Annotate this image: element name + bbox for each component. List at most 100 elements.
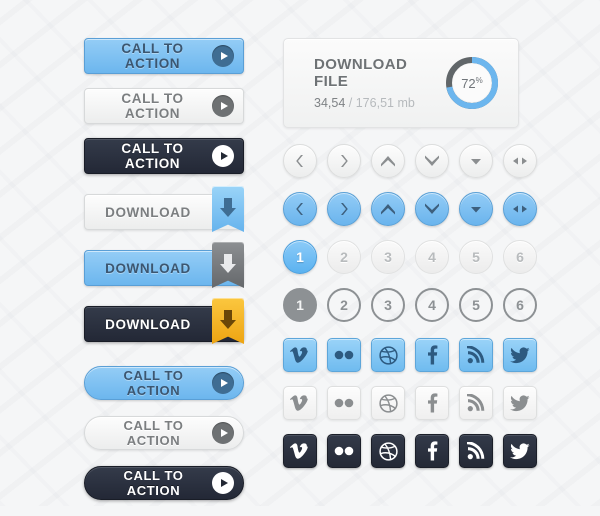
- social-flickr-dark[interactable]: [327, 434, 361, 468]
- download-file-panel: DOWNLOAD FILE 34,54 / 176,51 mb 72%: [283, 38, 519, 128]
- social-facebook-gray[interactable]: [415, 386, 449, 420]
- progress-value: 72: [461, 75, 476, 91]
- dribbble-icon: [378, 441, 398, 461]
- nav-next-button-blue[interactable]: [327, 192, 361, 226]
- arrows-left-right-icon: [513, 157, 527, 165]
- page-outline-button-3[interactable]: 3: [371, 288, 405, 322]
- play-icon: [212, 95, 234, 117]
- social-twitter-gray[interactable]: [503, 386, 537, 420]
- page-button-2[interactable]: 2: [327, 240, 361, 274]
- page-outline-button-6[interactable]: 6: [503, 288, 537, 322]
- cta-pill-dark-label: CALL TO ACTION: [123, 468, 184, 498]
- page-button-5[interactable]: 5: [459, 240, 493, 274]
- chevron-down-icon: [425, 203, 439, 214]
- page-button-3[interactable]: 3: [371, 240, 405, 274]
- downloaded-size: 34,54: [314, 96, 346, 110]
- chevron-up-icon: [381, 204, 395, 215]
- cta-pill-light-label: CALL TO ACTION: [123, 418, 184, 448]
- page-outline-button-5[interactable]: 5: [459, 288, 493, 322]
- chevron-right-icon: [341, 155, 348, 167]
- download-light-wrap: DOWNLOAD: [84, 186, 254, 232]
- social-dribbble-gray[interactable]: [371, 386, 405, 420]
- social-facebook-blue[interactable]: [415, 338, 449, 372]
- nav-circles-blue-row: [283, 192, 537, 226]
- caret-down-icon: [471, 159, 481, 165]
- rss-icon: [467, 394, 485, 412]
- vimeo-icon: [290, 443, 308, 459]
- social-rss-gray[interactable]: [459, 386, 493, 420]
- download-dark-wrap: DOWNLOAD: [84, 298, 254, 344]
- social-flickr-gray[interactable]: [327, 386, 361, 420]
- nav-expand-button-gray[interactable]: [503, 144, 537, 178]
- download-file-size: 34,54 / 176,51 mb: [314, 96, 444, 110]
- nav-prev-button-gray[interactable]: [283, 144, 317, 178]
- chevron-down-icon: [425, 155, 439, 166]
- dribbble-icon: [378, 393, 398, 413]
- chevron-right-icon: [341, 203, 348, 215]
- left-button-column: CALL TO ACTION CALL TO ACTION CALL TO AC…: [84, 38, 254, 516]
- progress-ring: 72%: [444, 55, 500, 111]
- play-icon: [212, 45, 234, 67]
- page-button-4[interactable]: 4: [415, 240, 449, 274]
- social-rss-dark[interactable]: [459, 434, 493, 468]
- social-dribbble-dark[interactable]: [371, 434, 405, 468]
- facebook-icon: [428, 345, 438, 365]
- size-separator: /: [348, 96, 353, 110]
- nav-caret-button-blue[interactable]: [459, 192, 493, 226]
- download-arrow-icon[interactable]: [212, 186, 244, 232]
- social-dark-row: [283, 434, 537, 468]
- flickr-icon: [334, 398, 354, 408]
- play-icon: [212, 472, 234, 494]
- play-icon: [212, 145, 234, 167]
- nav-prev-button-blue[interactable]: [283, 192, 317, 226]
- chevron-left-icon: [296, 155, 303, 167]
- social-twitter-dark[interactable]: [503, 434, 537, 468]
- social-twitter-blue[interactable]: [503, 338, 537, 372]
- twitter-icon: [510, 442, 530, 459]
- page-button-1[interactable]: 1: [283, 240, 317, 274]
- nav-down-button-gray[interactable]: [415, 144, 449, 178]
- nav-next-button-gray[interactable]: [327, 144, 361, 178]
- social-vimeo-gray[interactable]: [283, 386, 317, 420]
- facebook-icon: [428, 393, 438, 413]
- chevron-up-icon: [381, 156, 395, 167]
- vimeo-icon: [290, 347, 308, 363]
- cta-pill-blue-label: CALL TO ACTION: [123, 368, 184, 398]
- download-arrow-icon[interactable]: [212, 242, 244, 288]
- social-dribbble-blue[interactable]: [371, 338, 405, 372]
- cta-pill-dark-button[interactable]: CALL TO ACTION: [84, 466, 244, 500]
- cta-pill-light-button[interactable]: CALL TO ACTION: [84, 416, 244, 450]
- play-icon: [212, 422, 234, 444]
- social-rss-blue[interactable]: [459, 338, 493, 372]
- rss-icon: [467, 442, 485, 460]
- right-component-column: DOWNLOAD FILE 34,54 / 176,51 mb 72% 1 2 …: [283, 38, 537, 468]
- cta-light-button[interactable]: CALL TO ACTION: [84, 88, 244, 124]
- page-outline-button-2[interactable]: 2: [327, 288, 361, 322]
- dribbble-icon: [378, 345, 398, 365]
- flickr-icon: [334, 446, 354, 456]
- social-vimeo-dark[interactable]: [283, 434, 317, 468]
- ui-kit-stage: CALL TO ACTION CALL TO ACTION CALL TO AC…: [0, 0, 600, 506]
- arrows-left-right-icon: [513, 205, 527, 213]
- nav-up-button-gray[interactable]: [371, 144, 405, 178]
- cta-dark-label: CALL TO ACTION: [121, 141, 184, 171]
- cta-pill-blue-button[interactable]: CALL TO ACTION: [84, 366, 244, 400]
- download-arrow-icon[interactable]: [212, 298, 244, 344]
- total-size: 176,51 mb: [355, 96, 415, 110]
- nav-down-button-blue[interactable]: [415, 192, 449, 226]
- cta-blue-button[interactable]: CALL TO ACTION: [84, 38, 244, 74]
- pagination-outline-row: 1 2 3 4 5 6: [283, 288, 537, 322]
- social-flickr-blue[interactable]: [327, 338, 361, 372]
- nav-circles-gray-row: [283, 144, 537, 178]
- nav-caret-button-gray[interactable]: [459, 144, 493, 178]
- page-button-6[interactable]: 6: [503, 240, 537, 274]
- nav-up-button-blue[interactable]: [371, 192, 405, 226]
- chevron-left-icon: [296, 203, 303, 215]
- nav-expand-button-blue[interactable]: [503, 192, 537, 226]
- social-vimeo-blue[interactable]: [283, 338, 317, 372]
- cta-dark-button[interactable]: CALL TO ACTION: [84, 138, 244, 174]
- page-outline-button-4[interactable]: 4: [415, 288, 449, 322]
- social-facebook-dark[interactable]: [415, 434, 449, 468]
- download-file-title: DOWNLOAD FILE: [314, 56, 408, 90]
- page-outline-button-1[interactable]: 1: [283, 288, 317, 322]
